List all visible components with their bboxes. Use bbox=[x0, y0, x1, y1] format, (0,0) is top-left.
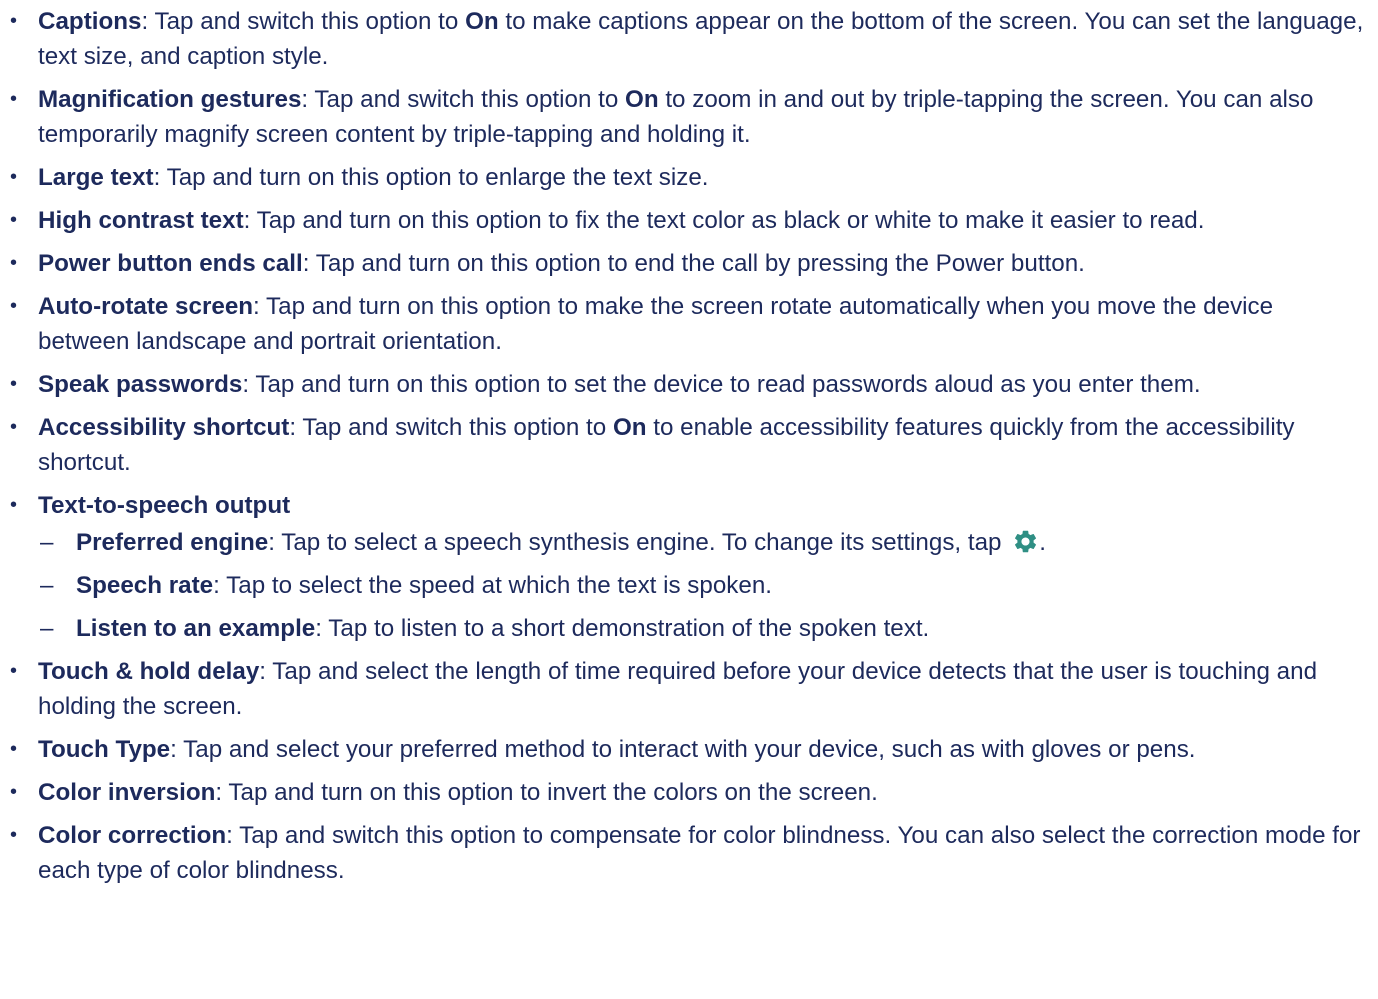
item-desc: : Tap and turn on this option to set the… bbox=[242, 371, 1201, 398]
keyword-on: On bbox=[612, 414, 647, 441]
item-term: Color correction bbox=[38, 822, 227, 849]
item-desc: : Tap and switch this option to compensa… bbox=[38, 822, 1361, 884]
item-term: Speak passwords bbox=[38, 371, 243, 398]
item-desc: : Tap and turn on this option to fix the… bbox=[243, 207, 1205, 234]
sub-item-preferred-engine: – Preferred engine: Tap to select a spee… bbox=[38, 525, 1364, 560]
bullet: • bbox=[10, 494, 18, 516]
bullet: • bbox=[10, 252, 18, 274]
dash: – bbox=[40, 572, 54, 599]
dash: – bbox=[40, 529, 54, 556]
list-item-speak-passwords: • Speak passwords: Tap and turn on this … bbox=[0, 367, 1378, 402]
sub-item-term: Speech rate bbox=[76, 572, 214, 599]
item-term: Power button ends call bbox=[38, 250, 303, 277]
item-desc: : Tap and turn on this option to end the… bbox=[302, 250, 1085, 277]
item-term: Color inversion bbox=[38, 779, 216, 806]
sub-item-term: Preferred engine bbox=[76, 529, 269, 556]
item-term: Captions bbox=[38, 8, 142, 35]
item-term: Auto-rotate screen bbox=[38, 293, 254, 320]
list-item-color-inversion: • Color inversion: Tap and turn on this … bbox=[0, 775, 1378, 810]
sub-item-listen-to-an-example: – Listen to an example: Tap to listen to… bbox=[38, 611, 1364, 646]
tts-sub-list: – Preferred engine: Tap to select a spee… bbox=[38, 525, 1364, 646]
list-item-accessibility-shortcut: • Accessibility shortcut: Tap and switch… bbox=[0, 410, 1378, 480]
bullet: • bbox=[10, 10, 18, 32]
bullet: • bbox=[10, 660, 18, 682]
list-item-captions: • Captions: Tap and switch this option t… bbox=[0, 4, 1378, 74]
list-item-color-correction: • Color correction: Tap and switch this … bbox=[0, 818, 1378, 888]
gear-icon bbox=[1012, 528, 1039, 555]
list-item-touch-hold-delay: • Touch & hold delay: Tap and select the… bbox=[0, 654, 1378, 724]
sub-item-desc: : Tap to listen to a short demonstration… bbox=[315, 615, 930, 642]
list-item-text-to-speech-output: • Text-to-speech output – Preferred engi… bbox=[0, 488, 1378, 646]
list-item-power-button-ends-call: • Power button ends call: Tap and turn o… bbox=[0, 246, 1378, 281]
bullet: • bbox=[10, 738, 18, 760]
item-term: Large text bbox=[38, 164, 154, 191]
list-item-touch-type: • Touch Type: Tap and select your prefer… bbox=[0, 732, 1378, 767]
sub-item-desc: : Tap to select the speed at which the t… bbox=[213, 572, 773, 599]
sub-item-speech-rate: – Speech rate: Tap to select the speed a… bbox=[38, 568, 1364, 603]
bullet: • bbox=[10, 824, 18, 846]
item-desc: : Tap and switch this option to bbox=[289, 414, 613, 441]
item-desc: : Tap and turn on this option to invert … bbox=[215, 779, 878, 806]
bullet: • bbox=[10, 166, 18, 188]
item-term: Text-to-speech output bbox=[38, 492, 291, 519]
item-term: Magnification gestures bbox=[38, 86, 302, 113]
item-desc: : Tap and switch this option to bbox=[141, 8, 466, 35]
keyword-on: On bbox=[465, 8, 499, 35]
bullet: • bbox=[10, 416, 18, 438]
list-item-high-contrast-text: • High contrast text: Tap and turn on th… bbox=[0, 203, 1378, 238]
keyword-on: On bbox=[625, 86, 659, 113]
bullet: • bbox=[10, 88, 18, 110]
bullet: • bbox=[10, 781, 18, 803]
sub-item-period: . bbox=[1039, 529, 1046, 556]
item-desc: : Tap and turn on this option to enlarge… bbox=[153, 164, 709, 191]
list-item-auto-rotate-screen: • Auto-rotate screen: Tap and turn on th… bbox=[0, 289, 1378, 359]
item-desc: : Tap and switch this option to bbox=[301, 86, 626, 113]
dash: – bbox=[40, 615, 54, 642]
bullet: • bbox=[10, 209, 18, 231]
sub-item-term: Listen to an example bbox=[76, 615, 316, 642]
item-term: High contrast text bbox=[38, 207, 244, 234]
accessibility-options-list: • Captions: Tap and switch this option t… bbox=[0, 4, 1378, 888]
sub-item-desc: : Tap to select a speech synthesis engin… bbox=[268, 529, 1009, 556]
document-page: • Captions: Tap and switch this option t… bbox=[0, 0, 1378, 888]
item-term: Accessibility shortcut bbox=[38, 414, 290, 441]
bullet: • bbox=[10, 295, 18, 317]
item-term: Touch & hold delay bbox=[38, 658, 260, 685]
item-desc: : Tap and select your preferred method t… bbox=[170, 736, 1196, 763]
list-item-magnification-gestures: • Magnification gestures: Tap and switch… bbox=[0, 82, 1378, 152]
bullet: • bbox=[10, 373, 18, 395]
item-term: Touch Type bbox=[38, 736, 171, 763]
list-item-large-text: • Large text: Tap and turn on this optio… bbox=[0, 160, 1378, 195]
